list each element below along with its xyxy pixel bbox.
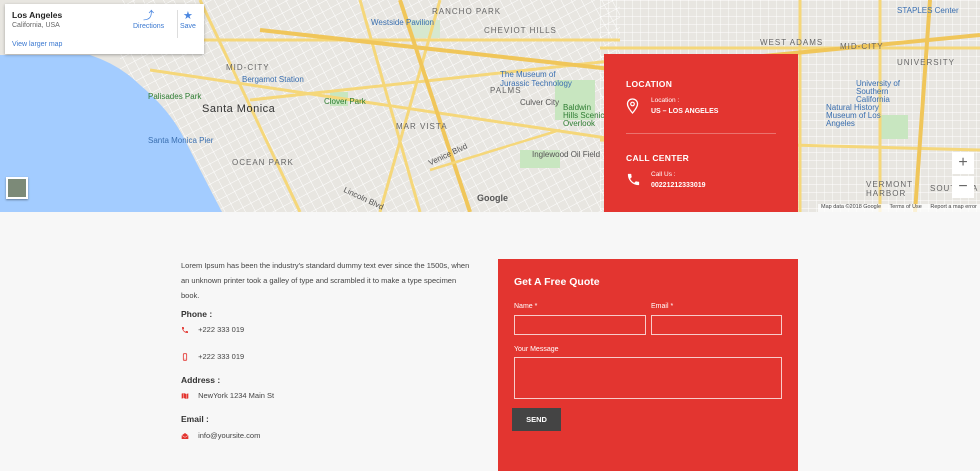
save-label: Save	[180, 23, 196, 30]
phone-heading: Phone :	[181, 309, 213, 319]
google-map[interactable]: Westside Pavilion RANCHO PARK CHEVIOT HI…	[0, 0, 980, 212]
satellite-toggle[interactable]	[6, 177, 28, 199]
message-textarea[interactable]	[514, 357, 782, 399]
email-input[interactable]	[651, 315, 782, 335]
contact-intro-text: Lorem Ipsum has been the industry's stan…	[181, 261, 470, 300]
map-info-card: Los Angeles California, USA View larger …	[5, 4, 204, 54]
map-attribution: Map data ©2018 Google Terms of Use Repor…	[818, 204, 980, 212]
name-label: Name *	[514, 303, 538, 310]
map-label-pier: Santa Monica Pier	[148, 136, 214, 145]
star-icon: ★	[183, 10, 193, 22]
map-label-university: UNIVERSITY	[897, 58, 956, 67]
quote-form-title: Get A Free Quote	[514, 276, 600, 288]
phone-value-2: +222 333 019	[198, 352, 245, 361]
map-label-culver: Culver City	[520, 98, 560, 107]
phone-row-1: +222 333 019	[181, 325, 244, 334]
call-label: Call Us :	[651, 171, 676, 178]
phone-icon	[182, 327, 188, 334]
map-label-staples: STAPLES Center	[897, 6, 959, 15]
phone-value-1: +222 333 019	[198, 325, 245, 334]
terms-link[interactable]: Terms of Use	[889, 204, 921, 210]
map-label-westside: Westside Pavilion	[371, 18, 434, 27]
map-label-west-adams: WEST ADAMS	[760, 38, 824, 47]
name-input[interactable]	[514, 315, 646, 335]
save-button[interactable]: ★ Save	[180, 10, 196, 30]
map-label-vermont: VERMONT HARBOR	[866, 180, 913, 198]
location-separator	[626, 133, 776, 134]
map-label-mar-vista: MAR VISTA	[396, 122, 448, 131]
map-label-midcity-e: MID-CITY	[840, 42, 884, 51]
map-place-sub: California, USA	[12, 22, 60, 29]
location-heading: LOCATION	[626, 79, 673, 89]
mobile-phone-icon	[182, 353, 188, 361]
location-panel: LOCATION Location : US – LOS ANGELES CAL…	[604, 54, 798, 212]
info-card-divider	[177, 10, 178, 38]
directions-label: Directions	[133, 23, 165, 30]
map-place-name: Los Angeles	[12, 10, 63, 20]
map-label-ocean-park: OCEAN PARK	[232, 158, 294, 167]
map-pin-icon	[626, 98, 639, 114]
map-label-usc: University of Southern California	[856, 79, 901, 104]
zoom-out-button[interactable]: −	[952, 176, 974, 198]
envelope-open-icon	[181, 433, 189, 440]
location-label: Location :	[651, 97, 680, 104]
map-data-text: Map data ©2018 Google	[821, 204, 882, 210]
address-heading: Address :	[181, 375, 221, 385]
email-heading: Email :	[181, 414, 209, 424]
zoom-in-button[interactable]: +	[952, 152, 974, 174]
map-label-museum: The Museum of Jurassic Technology	[500, 70, 572, 88]
address-value: NewYork 1234 Main St	[198, 391, 275, 400]
map-label-rancho: RANCHO PARK	[432, 7, 502, 16]
phone-icon	[627, 173, 640, 186]
phone-row-2: +222 333 019	[181, 352, 244, 361]
email-value[interactable]: info@yoursite.com	[198, 431, 260, 440]
directions-button[interactable]: ⤴ Directions	[133, 10, 164, 30]
view-larger-map-link[interactable]: View larger map	[12, 41, 62, 48]
map-label-santa-monica: Santa Monica	[202, 103, 276, 115]
map-icon	[181, 393, 189, 400]
google-logo: Google	[477, 193, 508, 203]
quote-form: Get A Free Quote Name * Email * Your Mes…	[498, 259, 798, 471]
map-label-nhm: Natural History Museum of Los Angeles	[826, 103, 881, 128]
report-error-link[interactable]: Report a map error	[930, 204, 976, 210]
email-label: Email *	[651, 303, 674, 310]
map-label-cheviot: CHEVIOT HILLS	[484, 26, 557, 35]
send-button[interactable]: SEND	[512, 408, 561, 431]
message-label: Your Message	[514, 346, 559, 353]
map-label-midcity-w: MID-CITY	[226, 63, 270, 72]
map-label-bergamot: Bergamot Station	[242, 75, 304, 84]
address-row: NewYork 1234 Main St	[181, 391, 274, 400]
map-label-clover: Clover Park	[324, 97, 366, 106]
map-label-palisades: Palisades Park	[148, 92, 202, 101]
email-row: info@yoursite.com	[181, 431, 260, 440]
directions-icon: ⤴	[143, 10, 155, 22]
location-value: US – LOS ANGELES	[651, 108, 719, 115]
call-center-heading: CALL CENTER	[626, 153, 690, 163]
map-label-baldwin: Baldwin Hills Scenic Overlook	[563, 103, 605, 128]
call-value: 00221212333019	[651, 182, 706, 189]
map-label-inglewood: Inglewood Oil Field	[532, 150, 601, 159]
